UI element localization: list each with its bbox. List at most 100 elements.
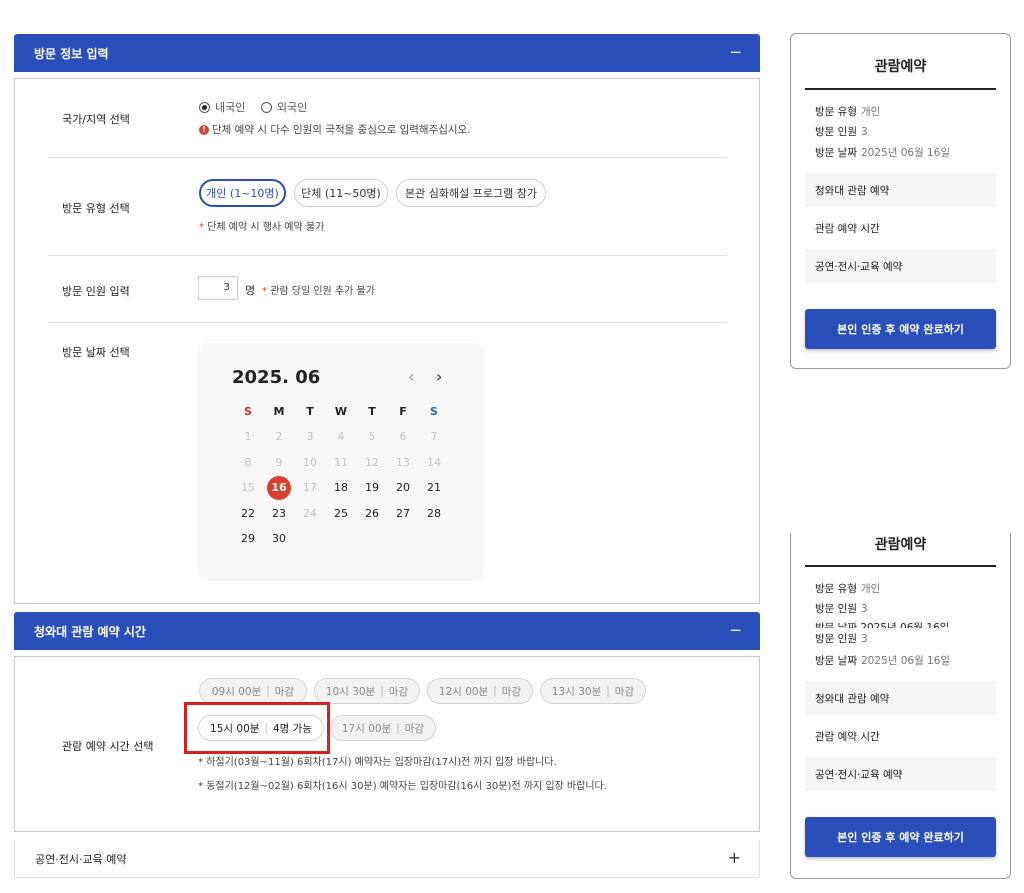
summer-note: * 하절기(03월~11월) 6회차(17시) 예약자는 입장마감(17시)전 … [198,757,557,768]
summary-type-value: 개인 [860,106,881,118]
calendar-day: 17 [303,481,317,494]
time-slot[interactable]: 09시 00분 | 마감 [199,678,307,704]
calendar-day: 12 [365,455,379,469]
summary-count-value: 3 [860,603,868,615]
calendar-day: 13 [396,455,410,469]
performance-section-title: 공연·전시·교육 예약 [35,852,127,866]
summary-divider [805,565,996,567]
summary-count-label: 방문 인원 [815,633,857,645]
radio-foreign[interactable] [260,101,272,113]
type-individual-button[interactable]: 개인 (1~10명) [199,179,286,207]
weekday-label: F [399,405,407,418]
calendar-day[interactable]: 18 [329,476,353,500]
expand-icon[interactable]: + [728,848,741,867]
complete-reservation-button[interactable]: 본인 인증 후 예약 완료하기 [805,309,996,349]
calendar-day: 4 [337,430,345,443]
visitor-count-unit: 명 [245,284,256,297]
calendar-day-selected[interactable]: 16 [267,476,291,500]
summary-item-tour: 청와대 관람 예약 [805,681,996,715]
visit-info-header[interactable]: 방문 정보 입력 − [14,34,760,72]
radio-domestic-label[interactable]: 내국인 [215,101,245,114]
slot-time: 10시 30분 [325,685,376,698]
calendar-day: 10 [303,455,317,469]
calendar-day[interactable]: 19 [360,476,384,500]
summary-date: 방문 날짜 2025년 06월 16일 [815,145,950,160]
calendar-day: 9 [275,455,283,469]
summary-date-value: 2025년 06월 16일 [860,147,951,159]
summary-title: 관람예약 [874,537,927,553]
summary-item-performance: 공연·전시·교육 예약 [805,757,996,791]
calendar-day: 3 [306,430,314,443]
visitor-count-label: 방문 인원 입력 [62,285,130,298]
calendar-day: 6 [399,430,407,443]
collapse-icon[interactable]: − [729,621,742,639]
calendar-day[interactable]: 27 [391,502,415,526]
winter-note-text: 동절기(12월~02월) 6회차(16시 30분) 예약자는 입장마감(16시 … [206,781,607,792]
summary-type: 방문 유형 개인 [815,104,880,119]
time-slot[interactable]: 10시 30분 | 마감 [314,678,420,704]
time-slot[interactable]: 12시 00분 | 마감 [427,678,533,704]
calendar-day: 2 [275,430,283,443]
visit-type-note: * 단체 예약 시 행사 예약 불가 [199,218,324,233]
summary-type-value: 개인 [860,583,881,595]
country-notice: ! 단체 예약 시 다수 인원의 국적을 중심으로 입력해주십시오. [199,122,471,137]
calendar-day[interactable]: 20 [391,476,415,500]
calendar-day: 15 [241,481,255,494]
slot-status: 마감 [501,685,522,698]
summary-count: 방문 인원 3 [815,631,868,646]
radio-domestic[interactable] [199,101,210,113]
summary-date-label: 방문 날짜 [815,147,857,159]
calendar-day: 11 [334,455,348,469]
summary-count-label: 방문 인원 [815,126,857,138]
calendar-day[interactable]: 22 [236,502,260,526]
summary-item-time: 관람 예약 시간 [815,730,880,743]
weekday-label: M [273,405,285,418]
calendar-day[interactable]: 30 [267,527,291,551]
visitor-count-note-text: 관람 당일 인원 추가 불가 [270,286,375,297]
calendar-day: 24 [303,506,317,520]
calendar-day: 7 [430,430,438,443]
radio-foreign-label[interactable]: 외국인 [277,101,307,114]
reservation-summary-sticky: 관람예약 방문 유형 개인 방문 인원 3 방문 날짜 2025년 06월 16일 … [790,533,1011,879]
weekday-label: W [334,405,348,418]
calendar-day[interactable]: 26 [360,502,384,526]
summary-item-performance: 공연·전시·교육 예약 [805,249,996,283]
performance-section-header[interactable]: 공연·전시·교육 예약 + [14,840,760,878]
next-month-icon[interactable]: › [436,367,442,386]
summary-date-overlap: 방문 날짜 2025년 06월 16일 [815,622,950,628]
visit-type-label: 방문 유형 선택 [62,202,130,215]
calendar-day[interactable]: 29 [236,527,260,551]
time-slot[interactable]: 13시 30분 | 마감 [540,678,646,704]
weekday-label: T [306,405,314,418]
calendar-day[interactable]: 28 [422,502,446,526]
weekday-label: S [430,405,438,418]
divider [48,322,727,323]
summary-date: 방문 날짜 2025년 06월 16일 [815,653,950,668]
summary-count-label: 방문 인원 [815,603,857,615]
prev-month-icon[interactable]: ‹ [408,367,414,386]
time-section-header[interactable]: 청와대 관람 예약 시간 − [14,612,760,650]
time-section-header-title: 청와대 관람 예약 시간 [34,624,146,639]
time-slot[interactable]: 17시 00분 | 마감 [330,715,436,741]
weekday-label: T [368,405,376,418]
country-label: 국가/지역 선택 [62,113,130,126]
asterisk: * [262,286,267,297]
complete-reservation-button[interactable]: 본인 인증 후 예약 완료하기 [805,817,996,857]
calendar-day: 8 [244,455,252,469]
visitor-count-input[interactable]: 3 [198,276,238,300]
calendar-day[interactable]: 23 [267,502,291,526]
visit-date-label: 방문 날짜 선택 [62,346,130,359]
summary-type-label: 방문 유형 [815,583,857,595]
asterisk: * [199,222,204,233]
type-program-button[interactable]: 본관 심화해설 프로그램 참가 [396,179,546,207]
visitor-count-note: * 관람 당일 인원 추가 불가 [262,282,375,297]
divider [48,157,727,158]
calendar-day[interactable]: 21 [422,476,446,500]
type-group-button[interactable]: 단체 (11~50명) [294,179,388,207]
calendar-day[interactable]: 25 [329,502,353,526]
country-radio-group: 내국인 외국인 [199,99,319,115]
summer-note-text: 하절기(03월~11월) 6회차(17시) 예약자는 입장마감(17시)전 까지… [206,757,557,768]
summary-count-value: 3 [860,633,868,645]
collapse-icon[interactable]: − [729,43,742,61]
calendar-day: 1 [244,430,252,443]
